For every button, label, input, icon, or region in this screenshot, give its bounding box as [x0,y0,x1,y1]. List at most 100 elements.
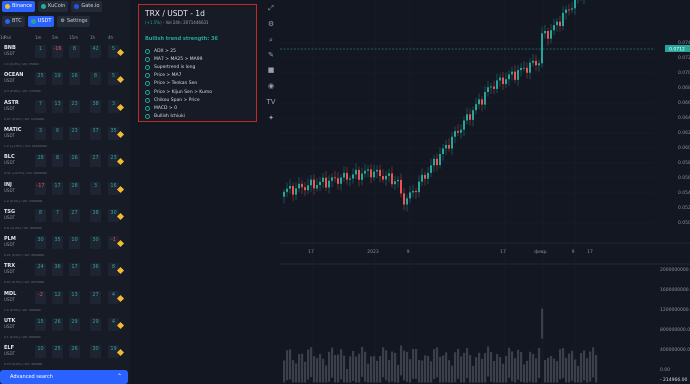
score-cell[interactable]: 38 [90,208,101,222]
score-cell[interactable]: 25 [52,345,63,359]
candle-body [568,9,570,11]
score-cell[interactable]: 8 [52,154,63,168]
binance-icon[interactable] [116,185,125,193]
volume-bar [493,360,496,383]
score-cell[interactable]: 12 [52,290,63,304]
column-header[interactable]: 1m [35,35,41,40]
column-header[interactable]: 1d [0,35,5,40]
score-cell[interactable]: 37 [90,126,101,140]
score-cell[interactable]: 1 [35,45,46,58]
score-cell[interactable]: 35 [52,236,63,250]
save-icon[interactable]: ■ [266,65,276,75]
twitter-icon[interactable]: ✦ [266,113,276,123]
volume-bar [376,360,379,383]
score-value: 38 [92,100,99,107]
score-cell[interactable]: 28 [69,181,80,195]
score-cell[interactable]: 7 [52,208,63,222]
price-chart[interactable]: 0.07400.07200.07000.06800.06600.06400.06… [280,0,690,384]
score-cell[interactable]: 36 [90,263,101,277]
volume-bar [562,347,565,378]
score-cell[interactable]: 7 [35,99,46,113]
score-cell[interactable]: 30 [90,236,101,250]
exchange-tab-kucoin[interactable]: KuCoin [38,1,69,12]
score-cell[interactable]: 19 [52,72,63,86]
column-header[interactable]: 4h [108,35,113,40]
volume-bar [550,355,553,383]
candle-body [397,179,399,182]
column-header[interactable]: 15m [69,35,78,40]
score-cell[interactable]: 27 [90,290,101,304]
score-cell[interactable]: 29 [69,318,80,331]
score-cell[interactable]: 24 [35,263,46,277]
score-cell[interactable]: 28 [35,154,46,168]
search-icon[interactable]: ⌕ [266,35,276,45]
tab-usdt[interactable]: USDT [27,16,55,27]
volume-axis-label: 1200000000.00 [660,307,690,313]
candle-body [556,21,558,26]
coin-info: 0.21 (0.0%) / Vol: 4500000 [4,253,45,258]
score-cell[interactable]: 13 [52,99,63,113]
column-header[interactable]: Pair [4,35,11,40]
candle-body [520,67,522,71]
score-cell[interactable]: 27 [90,154,101,168]
score-cell[interactable]: 25 [35,72,46,86]
score-cell[interactable]: 3 [35,126,46,140]
candle-body [343,172,345,178]
tab-btc[interactable]: BTC [2,16,25,27]
candle-body [352,174,354,179]
volume-bar [517,349,520,380]
exchange-tab-gateio[interactable]: Gate.io [71,1,103,12]
score-value: 8 [93,73,98,80]
score-cell[interactable]: 8 [90,72,101,86]
score-cell[interactable]: 27 [69,208,80,222]
coin-info: 1.0 (0.0%) / Vol: 35800 [4,62,39,66]
score-cell[interactable]: 6 [52,126,63,140]
score-cell[interactable]: 8 [69,45,80,58]
score-cell[interactable]: 16 [69,72,80,86]
score-cell[interactable]: 17 [52,181,63,195]
score-cell[interactable]: 10 [69,236,80,250]
score-cell[interactable]: -16 [52,45,63,58]
score-cell[interactable]: 26 [69,345,80,359]
volume-bar [523,364,526,383]
score-cell[interactable]: 38 [90,99,101,113]
score-cell[interactable]: 16 [69,154,80,168]
score-cell[interactable]: 26 [52,318,63,331]
volume-bar [556,361,559,383]
candle-body [475,104,477,111]
score-cell[interactable]: -2 [35,290,46,304]
score-cell[interactable]: 30 [35,236,46,250]
column-header[interactable]: 5m [52,35,58,40]
trend-strength: Bullish trend strength: 36 [145,36,218,42]
exchange-tab-binance[interactable]: Binance [2,1,36,12]
candle-body [355,169,357,175]
score-cell[interactable]: 10 [35,345,46,359]
score-cell[interactable]: 8 [35,208,46,222]
tradingview-icon[interactable]: TV [266,97,276,107]
fullscreen-icon[interactable]: ⤢ [266,3,276,13]
score-cell[interactable]: 15 [35,318,46,331]
coin-quote: USDT [4,214,15,220]
candle-body [451,136,453,149]
score-cell[interactable]: 23 [69,126,80,140]
score-cell[interactable]: 23 [69,99,80,113]
score-cell[interactable]: 30 [90,345,101,359]
advanced-search-button[interactable]: Advanced search ⌃ [0,370,128,384]
column-header[interactable]: 1h [90,35,95,40]
edit-icon[interactable]: ✎ [266,50,276,60]
candle-body [325,177,327,188]
score-cell[interactable]: 42 [90,45,101,58]
exchange-logo-icon [74,4,80,9]
score-cell[interactable]: 17 [69,263,80,277]
score-cell[interactable]: 29 [90,318,101,331]
volume-bar [427,356,430,383]
score-cell[interactable]: 36 [52,263,63,277]
settings-icon[interactable]: ⚙ [266,19,276,29]
camera-icon[interactable]: ◉ [266,81,276,91]
score-cell[interactable]: -17 [35,181,46,195]
settings-button[interactable]: ⚙ Settings [57,16,91,27]
score-cell[interactable]: 3 [90,181,101,195]
score-cell[interactable]: 13 [69,290,80,304]
candle-body [367,169,369,171]
score-value: 8 [72,46,77,52]
